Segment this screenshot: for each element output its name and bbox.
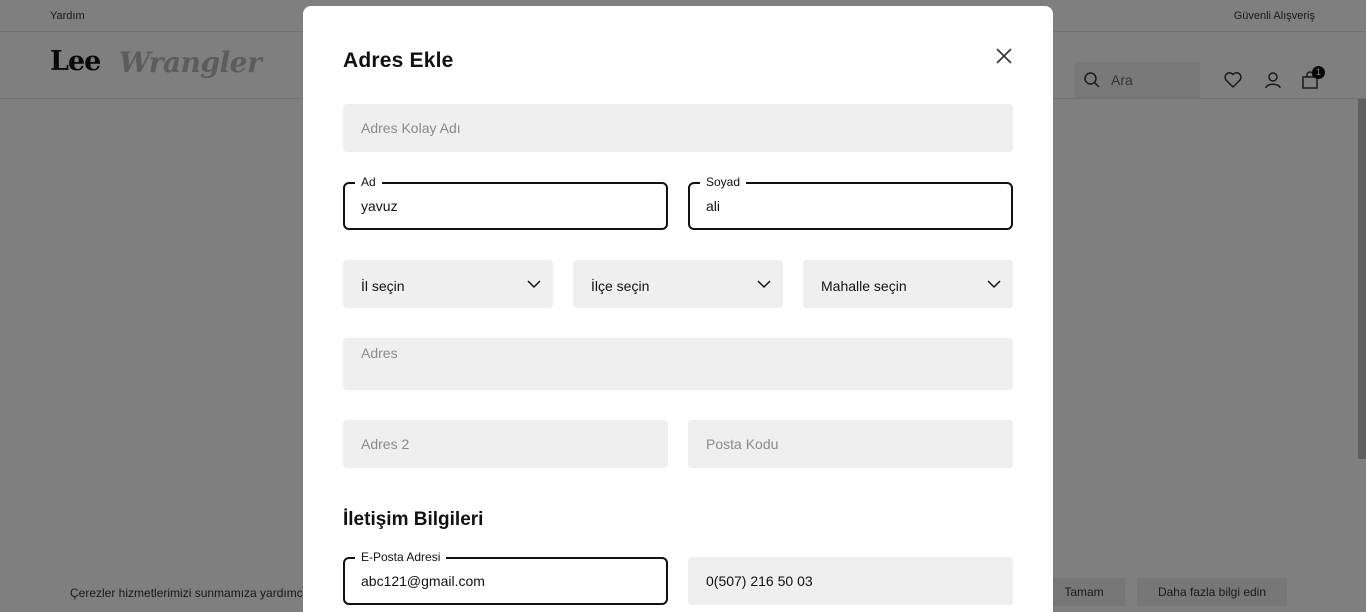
last-name-value: ali [706, 198, 721, 214]
district-select-label: İlçe seçin [591, 278, 650, 294]
chevron-down-icon [527, 280, 541, 289]
first-name-value: yavuz [361, 198, 398, 214]
city-select[interactable]: İl seçin [343, 260, 553, 308]
neighborhood-select-label: Mahalle seçin [821, 278, 907, 294]
postal-code-input[interactable]: Posta Kodu [688, 420, 1013, 468]
close-icon[interactable] [993, 45, 1015, 67]
first-name-label: Ad [355, 175, 382, 189]
modal-title: Adres Ekle [343, 49, 454, 72]
chevron-down-icon [987, 280, 1001, 289]
address-nickname-placeholder: Adres Kolay Adı [361, 120, 461, 136]
address-placeholder: Adres [361, 345, 398, 361]
email-value: abc121@gmail.com [361, 573, 485, 589]
address-nickname-input[interactable]: Adres Kolay Adı [343, 104, 1013, 152]
first-name-input[interactable]: Ad yavuz [343, 175, 668, 230]
address2-placeholder: Adres 2 [361, 436, 410, 452]
add-address-modal: Adres Ekle Adres Kolay Adı Ad yavuz Soya… [303, 6, 1053, 612]
address2-input[interactable]: Adres 2 [343, 420, 668, 468]
contact-info-heading: İletişim Bilgileri [343, 509, 484, 530]
city-select-label: İl seçin [361, 278, 405, 294]
phone-value: 0(507) 216 50 03 [706, 573, 813, 589]
neighborhood-select[interactable]: Mahalle seçin [803, 260, 1013, 308]
email-field[interactable]: E-Posta Adresi abc121@gmail.com [343, 550, 668, 605]
phone-input[interactable]: 0(507) 216 50 03 [688, 557, 1013, 605]
postal-code-placeholder: Posta Kodu [706, 436, 779, 452]
chevron-down-icon [757, 280, 771, 289]
address-textarea[interactable]: Adres [343, 338, 1013, 390]
district-select[interactable]: İlçe seçin [573, 260, 783, 308]
email-label: E-Posta Adresi [355, 550, 447, 564]
last-name-label: Soyad [700, 175, 747, 189]
last-name-input[interactable]: Soyad ali [688, 175, 1013, 230]
